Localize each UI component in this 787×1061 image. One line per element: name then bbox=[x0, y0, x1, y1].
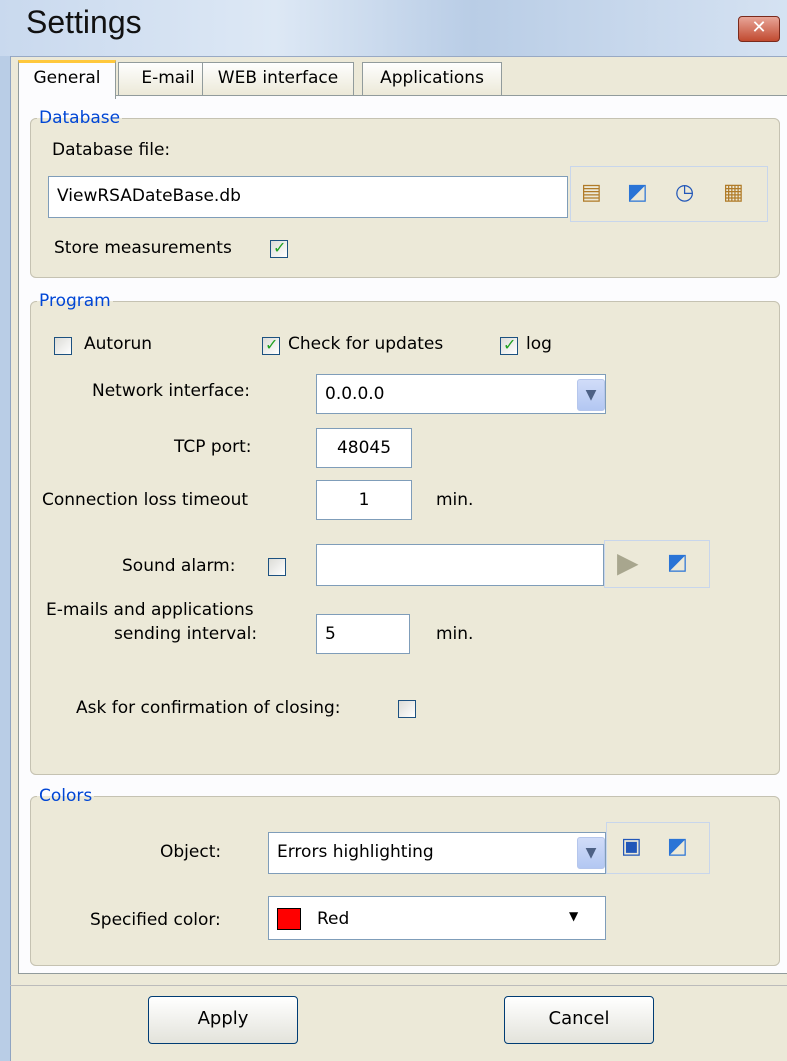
log-label: log bbox=[526, 334, 552, 354]
network-interface-select[interactable]: 0.0.0.0 bbox=[316, 374, 606, 414]
open-folder-icon[interactable]: ◩ bbox=[627, 181, 648, 205]
cancel-button[interactable]: Cancel bbox=[504, 996, 654, 1044]
database-settings-icon[interactable]: ▤ bbox=[581, 181, 602, 205]
check-updates-checkbox[interactable] bbox=[262, 335, 280, 355]
open-folder-icon[interactable]: ◩ bbox=[667, 835, 688, 859]
confirm-closing-checkbox[interactable] bbox=[398, 700, 416, 718]
settings-window: Settings ✕ General E-mail WEB interface … bbox=[0, 0, 787, 1061]
interval-label-line2: sending interval: bbox=[114, 624, 258, 644]
tcp-port-input[interactable]: 48045 bbox=[316, 428, 412, 468]
chevron-down-icon[interactable]: ▼ bbox=[577, 837, 605, 869]
specified-color-value: Red bbox=[317, 909, 350, 929]
window-frame bbox=[0, 56, 11, 1061]
confirm-closing-label: Ask for confirmation of closing: bbox=[76, 698, 341, 718]
program-legend: Program bbox=[39, 291, 111, 311]
clock-icon[interactable]: ◷ bbox=[675, 181, 694, 205]
database-file-input[interactable]: ViewRSADateBase.db bbox=[48, 176, 568, 218]
database-file-label: Database file: bbox=[52, 140, 171, 160]
close-button[interactable]: ✕ bbox=[738, 16, 780, 42]
colors-toolbar: ▣ ◩ bbox=[606, 822, 710, 874]
autorun-label: Autorun bbox=[84, 334, 153, 354]
interval-unit-label: min. bbox=[436, 624, 474, 644]
database-tools-icon[interactable]: ▦ bbox=[723, 181, 744, 205]
sound-file-input[interactable] bbox=[316, 544, 604, 586]
specified-color-select[interactable]: Red ▼ bbox=[268, 896, 606, 940]
check-updates-label: Check for updates bbox=[288, 334, 444, 354]
log-checkbox[interactable] bbox=[500, 335, 518, 355]
database-legend: Database bbox=[39, 108, 121, 128]
divider bbox=[10, 985, 787, 986]
object-value: Errors highlighting bbox=[277, 842, 434, 862]
title-bar[interactable]: Settings ✕ bbox=[0, 0, 787, 57]
interval-label-line1: E-mails and applications bbox=[46, 600, 254, 620]
window-title: Settings bbox=[26, 4, 142, 40]
database-toolbar: ▤ ◩ ◷ ▦ bbox=[570, 166, 768, 222]
object-select[interactable]: Errors highlighting bbox=[268, 832, 606, 874]
color-swatch bbox=[277, 908, 301, 930]
object-label: Object: bbox=[160, 842, 222, 862]
open-folder-icon[interactable]: ◩ bbox=[667, 551, 688, 575]
store-measurements-checkbox[interactable] bbox=[270, 238, 288, 258]
apply-button[interactable]: Apply bbox=[148, 996, 298, 1044]
sound-alarm-label: Sound alarm: bbox=[122, 556, 236, 576]
connection-timeout-label: Connection loss timeout bbox=[42, 490, 249, 510]
timeout-unit-label: min. bbox=[436, 490, 474, 510]
caret-down-icon[interactable]: ▼ bbox=[569, 897, 578, 935]
network-interface-value: 0.0.0.0 bbox=[325, 384, 385, 404]
chevron-down-icon[interactable]: ▼ bbox=[577, 379, 605, 411]
network-interface-label: Network interface: bbox=[92, 381, 250, 401]
sending-interval-input[interactable]: 5 bbox=[316, 614, 410, 654]
store-measurements-label: Store measurements bbox=[54, 238, 232, 258]
sound-toolbar: ▶ ◩ bbox=[604, 540, 710, 588]
sound-alarm-checkbox[interactable] bbox=[268, 558, 286, 576]
tab-general[interactable]: General bbox=[18, 60, 116, 99]
colors-legend: Colors bbox=[39, 786, 93, 806]
connection-timeout-input[interactable]: 1 bbox=[316, 480, 412, 520]
autorun-checkbox[interactable] bbox=[54, 337, 72, 355]
tab-web-interface[interactable]: WEB interface bbox=[202, 62, 354, 95]
tab-applications[interactable]: Applications bbox=[362, 62, 502, 95]
play-icon[interactable]: ▶ bbox=[617, 549, 639, 577]
tcp-port-label: TCP port: bbox=[174, 437, 252, 457]
save-icon[interactable]: ▣ bbox=[621, 835, 642, 859]
specified-color-label: Specified color: bbox=[90, 910, 221, 930]
